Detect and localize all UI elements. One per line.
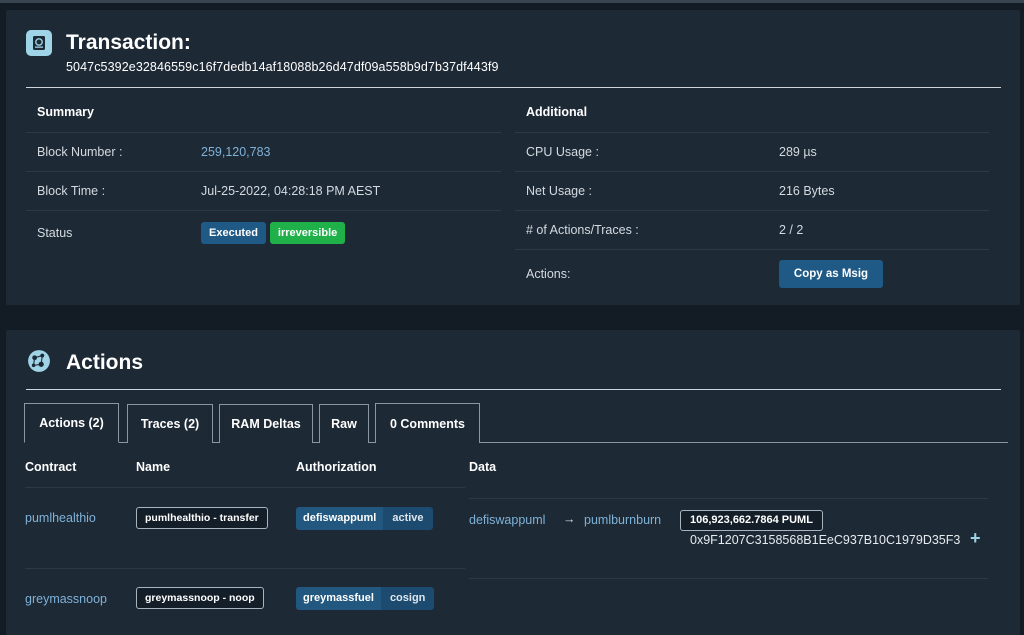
block-time-value: Jul-25-2022, 04:28:18 PM AEST	[201, 184, 381, 198]
tab-ram-deltas[interactable]: RAM Deltas	[219, 404, 313, 443]
data-divider	[469, 498, 988, 499]
column-header-authorization: Authorization	[296, 460, 377, 474]
copy-as-msig-button[interactable]: Copy as Msig	[779, 259, 883, 288]
transaction-header: Transaction: 5047c5392e32846559c16f7dedb…	[26, 30, 499, 74]
net-usage-row: Net Usage : 216 Bytes	[515, 171, 989, 210]
authorization-badge[interactable]: defiswappuml active	[296, 507, 433, 530]
status-label: Status	[37, 225, 73, 240]
actions-traces-value: 2 / 2	[779, 223, 804, 237]
net-usage-label: Net Usage :	[526, 184, 593, 198]
actions-label: Actions:	[526, 266, 571, 281]
status-row: Status Executed irreversible	[26, 210, 501, 254]
column-header-name: Name	[136, 460, 171, 474]
authorization-badge[interactable]: greymassfuel cosign	[296, 587, 435, 610]
page-title: Transaction:	[66, 31, 191, 54]
arrow-right-icon: →	[563, 512, 576, 526]
cpu-usage-value: 289 µs	[779, 145, 817, 159]
actions-title: Actions	[66, 351, 144, 374]
additional-section: Additional CPU Usage : 289 µs Net Usage …	[515, 92, 989, 297]
block-time-row: Block Time : Jul-25-2022, 04:28:18 PM AE…	[26, 171, 501, 210]
actions-divider	[26, 389, 1001, 390]
actions-traces-row: # of Actions/Traces : 2 / 2	[515, 210, 989, 249]
status-irreversible-badge: irreversible	[269, 221, 346, 244]
block-number-row: Block Number : 259,120,783	[26, 132, 501, 171]
net-usage-value: 216 Bytes	[779, 184, 835, 198]
transaction-id[interactable]: 5047c5392e32846559c16f7dedb14af18088b26d…	[66, 60, 499, 74]
summary-section: Summary Block Number : 259,120,783 Block…	[26, 92, 501, 254]
auth-actor[interactable]: greymassfuel	[296, 587, 381, 610]
cpu-usage-row: CPU Usage : 289 µs	[515, 132, 989, 171]
tab-traces[interactable]: Traces (2)	[127, 404, 213, 443]
actions-traces-label: # of Actions/Traces :	[526, 223, 639, 237]
cpu-usage-label: CPU Usage :	[526, 145, 599, 159]
contract-link[interactable]: greymassnoop	[25, 592, 107, 606]
memo-text: 0x9F1207C3158568B1EeC937B10C1979D35F3	[690, 533, 961, 547]
row-divider	[25, 568, 465, 569]
status-executed-badge: Executed	[201, 221, 266, 244]
tab-comments[interactable]: 0 Comments	[375, 403, 480, 443]
auth-permission: active	[383, 507, 433, 530]
actions-card: Actions Actions (2) Traces (2) RAM Delta…	[6, 330, 1020, 635]
auth-permission: cosign	[380, 587, 435, 610]
network-globe-icon	[26, 348, 52, 374]
actions-header: Actions	[26, 348, 143, 378]
column-header-contract: Contract	[25, 460, 77, 474]
row-divider	[25, 487, 465, 488]
actions-tabs: Actions (2) Traces (2) RAM Deltas Raw 0 …	[24, 403, 1008, 443]
summary-title: Summary	[37, 105, 94, 119]
status-badges: Executed irreversible	[201, 221, 346, 244]
action-name-badge[interactable]: greymassnoop - noop	[136, 587, 264, 609]
top-border	[0, 0, 1024, 3]
expand-plus-icon[interactable]: +	[970, 528, 981, 549]
data-divider	[469, 578, 988, 579]
block-number-link[interactable]: 259,120,783	[201, 145, 271, 159]
block-time-label: Block Time :	[37, 184, 106, 198]
copy-actions-row: Actions: Copy as Msig	[515, 249, 989, 297]
from-account-link[interactable]: defiswappuml	[469, 513, 545, 527]
receipt-icon	[26, 30, 52, 56]
tab-raw[interactable]: Raw	[319, 404, 369, 443]
transaction-card: Transaction: 5047c5392e32846559c16f7dedb…	[6, 10, 1020, 305]
tab-actions[interactable]: Actions (2)	[24, 403, 119, 443]
column-header-data: Data	[469, 460, 497, 474]
auth-actor[interactable]: defiswappuml	[296, 507, 384, 530]
header-divider	[26, 87, 1001, 88]
contract-link[interactable]: pumlhealthio	[25, 511, 96, 525]
block-number-label: Block Number :	[37, 145, 123, 159]
amount-badge: 106,923,662.7864 PUML	[680, 510, 823, 531]
to-account-link[interactable]: pumlburnburn	[584, 513, 661, 527]
action-name-badge[interactable]: pumlhealthio - transfer	[136, 507, 268, 529]
additional-title: Additional	[526, 105, 588, 119]
